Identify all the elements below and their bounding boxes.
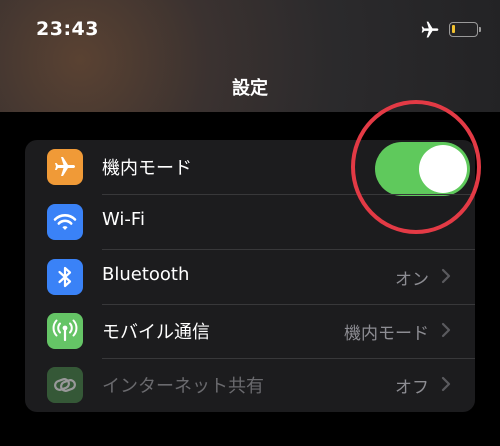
page-title: 設定 xyxy=(232,78,268,99)
settings-row-cellular[interactable]: モバイル通信 機内モード xyxy=(25,304,475,358)
chevron-right-icon xyxy=(441,322,451,338)
cellular-label: モバイル通信 xyxy=(102,322,210,343)
airplane-icon xyxy=(421,21,439,38)
bluetooth-label: Bluetooth xyxy=(102,264,190,285)
personal-hotspot-icon xyxy=(47,367,83,403)
wifi-label: Wi-Fi xyxy=(102,209,145,230)
header-background: 23:43 設定 xyxy=(0,0,500,112)
cellular-antenna-icon xyxy=(47,313,83,349)
chevron-right-icon xyxy=(441,268,451,284)
battery-icon xyxy=(449,22,481,37)
wifi-icon xyxy=(47,204,83,240)
battery-level xyxy=(452,25,455,33)
cellular-value: 機内モード xyxy=(344,324,429,344)
status-time: 23:43 xyxy=(36,18,99,40)
settings-row-personal-hotspot[interactable]: インターネット共有 オフ xyxy=(25,358,475,412)
annotation-circle xyxy=(351,100,481,234)
airplane-mode-label: 機内モード xyxy=(102,158,192,179)
bluetooth-value: オン xyxy=(395,270,429,290)
chevron-right-icon xyxy=(441,376,451,392)
bluetooth-icon xyxy=(47,259,83,295)
personal-hotspot-label: インターネット共有 xyxy=(102,376,264,397)
settings-row-bluetooth[interactable]: Bluetooth オン xyxy=(25,250,475,304)
airplane-icon xyxy=(47,149,83,185)
personal-hotspot-value: オフ xyxy=(395,378,429,398)
